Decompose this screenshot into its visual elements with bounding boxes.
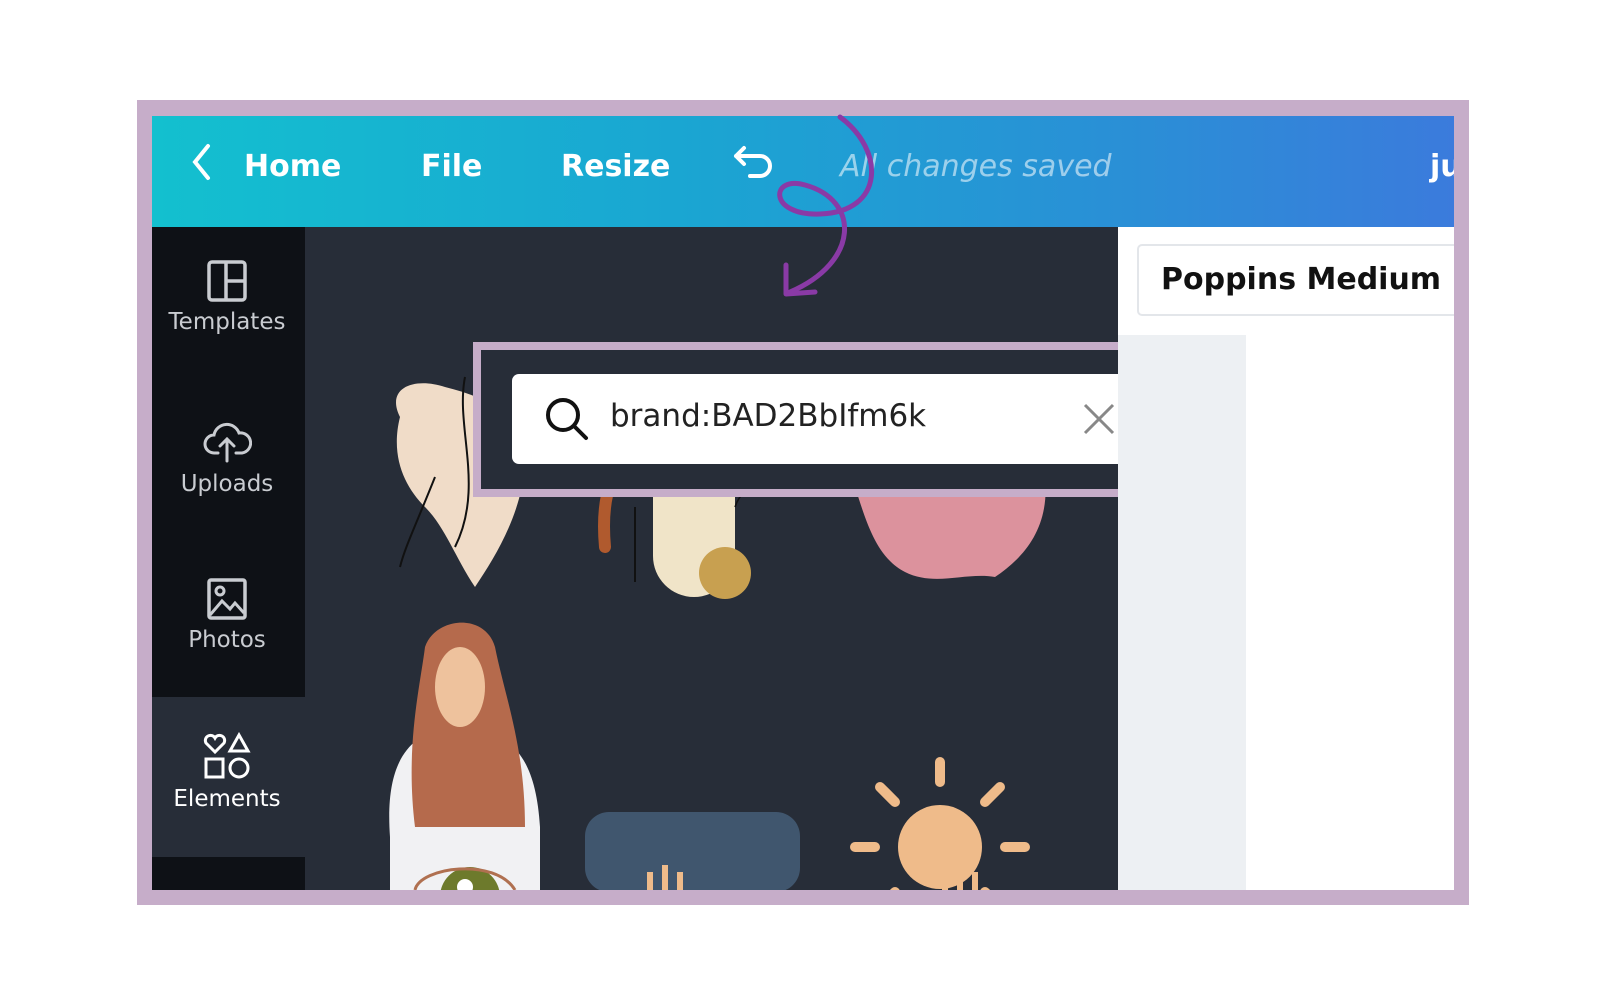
search-query[interactable]: brand:BAD2BbIfm6k [610, 398, 926, 434]
resize-button[interactable]: Resize [561, 149, 670, 184]
elements-panel: brand:BAD2BbIfm6k [305, 227, 1253, 890]
sidebar: Templates Uploads Photos Elements [152, 227, 305, 890]
editor-window: Home File Resize All changes saved ju Te… [152, 116, 1454, 890]
cloud-upload-icon [203, 422, 252, 463]
save-status: All changes saved [840, 149, 1112, 184]
undo-icon[interactable] [732, 142, 778, 184]
sidebar-item-label: Elements [173, 786, 281, 812]
canvas-area: Poppins Medium [1118, 227, 1454, 890]
sidebar-item-label: Templates [168, 309, 286, 335]
sidebar-item-label: Photos [188, 627, 266, 653]
home-button[interactable]: Home [244, 149, 341, 184]
close-icon[interactable] [1082, 402, 1116, 436]
templates-icon [207, 260, 247, 302]
sidebar-item-uploads[interactable]: Uploads [152, 419, 302, 497]
search-icon [546, 398, 588, 440]
sidebar-item-elements[interactable]: Elements [152, 732, 302, 812]
element-woman-illustration[interactable] [389, 622, 540, 890]
top-bar: Home File Resize All changes saved ju [152, 116, 1454, 227]
elements-grid [389, 376, 1046, 890]
search-input[interactable]: brand:BAD2BbIfm6k [512, 374, 1216, 464]
image-icon [207, 578, 247, 620]
element-sun[interactable] [850, 757, 1030, 890]
sidebar-item-label: Uploads [180, 471, 274, 497]
user-name[interactable]: ju [1430, 149, 1454, 184]
sidebar-item-photos[interactable]: Photos [152, 577, 302, 653]
sidebar-item-templates[interactable]: Templates [152, 259, 302, 335]
shapes-icon [203, 732, 251, 779]
font-selector[interactable]: Poppins Medium [1137, 244, 1454, 316]
canvas-margin [1118, 335, 1246, 890]
chevron-left-icon[interactable] [190, 142, 214, 182]
file-menu[interactable]: File [421, 149, 482, 184]
element-blue-brush[interactable] [585, 812, 800, 890]
